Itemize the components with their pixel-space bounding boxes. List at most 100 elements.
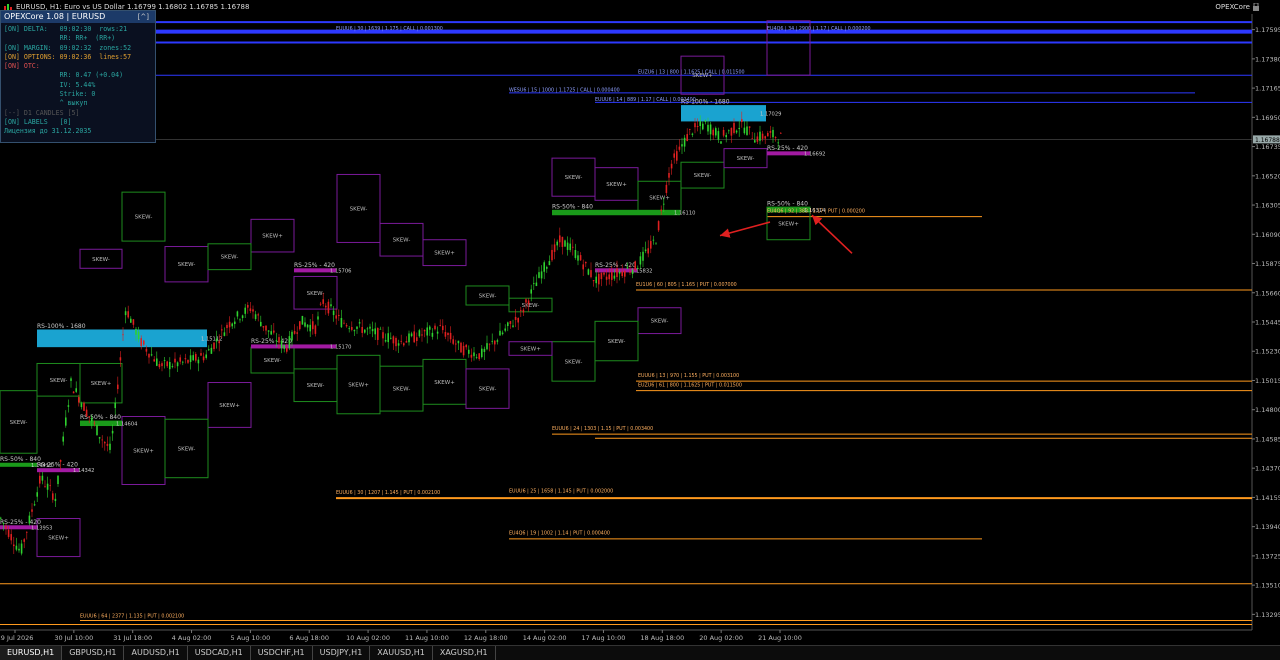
panel-header[interactable]: OPEXCore 1.08 | EURUSD [^] — [1, 11, 155, 23]
panel-row: Лицензия до 31.12.2035 — [4, 127, 92, 136]
time-tick-label: 20 Aug 02:00 — [699, 634, 743, 642]
candle-body — [265, 325, 267, 331]
candle-body — [481, 348, 483, 358]
panel-row[interactable]: [ON] LABELS [0] — [4, 118, 152, 127]
candle-body — [774, 137, 777, 138]
chart-canvas[interactable]: 1.17595 1.17380 1.17165 1.16950 1.16735 1.165… — [0, 14, 1280, 645]
skew-label: SKEW- — [92, 257, 110, 263]
candle-body — [247, 304, 249, 308]
candle-body — [566, 242, 569, 250]
candle-body — [696, 125, 699, 127]
candle-body — [707, 124, 709, 132]
skew-label: SKEW+ — [262, 234, 283, 240]
panel-row[interactable]: [ON] OTC: — [4, 62, 152, 71]
panel-collapse-button[interactable]: [^] — [138, 11, 149, 23]
time-tick-label: 30 Jul 10:00 — [54, 634, 93, 642]
time-tick-label: 12 Aug 18:00 — [464, 634, 508, 642]
rs-zone-value: 1.16692 — [804, 151, 825, 157]
tab-gbpusd-h1[interactable]: GBPUSD,H1 — [62, 646, 125, 660]
candle-body — [36, 492, 38, 497]
candle-body — [501, 332, 504, 335]
candle-body — [449, 332, 452, 340]
rs-zone-value: 1.14604 — [116, 421, 138, 427]
tab-xagusd-h1[interactable]: XAGUSD,H1 — [433, 646, 496, 660]
candle-body — [592, 280, 595, 282]
panel-row[interactable]: [ON] DELTA: 09:02:30 rows:21 — [4, 25, 152, 34]
candle-body — [197, 359, 200, 364]
lock-icon[interactable] — [1252, 3, 1260, 11]
candle-body — [527, 300, 530, 305]
skew-label: SKEW- — [307, 291, 325, 297]
tab-usdchf-h1[interactable]: USDCHF,H1 — [251, 646, 313, 660]
candle-body — [44, 486, 46, 488]
candle-body — [699, 121, 701, 127]
candle-body — [722, 129, 725, 136]
skew-label: SKEW+ — [91, 381, 112, 387]
indicator-name: OPEXCore — [1215, 3, 1250, 11]
candle-body — [603, 272, 605, 275]
candle-body — [517, 318, 519, 323]
candle-body — [595, 276, 597, 284]
candle-body — [611, 272, 613, 280]
candle-body — [65, 417, 67, 426]
candle-body — [574, 249, 577, 258]
candle-body — [62, 436, 64, 442]
skew-label: SKEW- — [350, 206, 368, 212]
candle-body — [546, 266, 548, 269]
candle-body — [598, 273, 600, 285]
candle-body — [663, 203, 665, 205]
candle-body — [280, 340, 283, 349]
candle-body — [353, 330, 356, 332]
tab-xauusd-h1[interactable]: XAUUSD,H1 — [370, 646, 433, 660]
candle-body — [208, 349, 210, 351]
candle-body — [23, 539, 25, 542]
candle-body — [621, 271, 623, 277]
option-line-label: EUUU6 | 30 | 1639 | 1.175 | CALL | 0.001… — [336, 26, 443, 32]
tab-audusd-h1[interactable]: AUDUSD,H1 — [124, 646, 188, 660]
option-line-label: EUUU6 | 30 | 1207 | 1.145 | PUT | 0.0021… — [336, 490, 440, 496]
rs-zone-label: RS-50% - 840 — [767, 201, 808, 208]
candle-body — [637, 268, 639, 269]
candle-body — [725, 135, 727, 138]
candle-body — [202, 356, 205, 361]
candle-body — [348, 328, 350, 330]
price-chart[interactable]: 1.17595 1.17380 1.17165 1.16950 1.16735 1.165… — [0, 14, 1280, 645]
candle-body — [377, 328, 379, 340]
rs-zone-value: 1.14342 — [73, 468, 94, 474]
panel-row[interactable]: [ON] OPTIONS: 09:02:36 lines:57 — [4, 53, 152, 62]
time-tick-label: 10 Aug 02:00 — [346, 634, 390, 642]
candle-body — [46, 483, 49, 490]
candle-body — [59, 460, 62, 462]
candle-body — [91, 417, 93, 422]
tab-eurusd-h1[interactable]: EURUSD,H1 — [0, 646, 63, 660]
option-line-label: EUZU6 | 61 | 800 | 1.1625 | PUT | 0.0115… — [638, 382, 742, 388]
candle-body — [457, 340, 460, 344]
candle-body — [569, 243, 571, 251]
candle-body — [153, 359, 155, 362]
skew-label: SKEW+ — [434, 251, 455, 257]
candle-body — [140, 338, 142, 347]
candle-body — [730, 127, 733, 136]
panel-row[interactable]: [--] D1 CANDLES [5] — [4, 109, 152, 118]
tab-usdcad-h1[interactable]: USDCAD,H1 — [188, 646, 251, 660]
candle-body — [114, 402, 116, 409]
candle-body — [364, 329, 366, 333]
candle-body — [132, 319, 135, 325]
tab-usdjpy-h1[interactable]: USDJPY,H1 — [313, 646, 371, 660]
candle-body — [499, 330, 501, 336]
candle-body — [418, 330, 421, 337]
candle-body — [306, 324, 309, 328]
rs-zone-value: 1.15706 — [330, 268, 351, 274]
opexcore-panel[interactable]: OPEXCore 1.08 | EURUSD [^] [ON] DELTA: 0… — [0, 10, 156, 143]
candle-body — [93, 422, 96, 424]
panel-row[interactable]: [ON] MARGIN: 09:02:32 zones:52 — [4, 44, 152, 53]
candle-body — [57, 475, 59, 484]
candle-body — [85, 409, 88, 417]
candle-body — [553, 244, 556, 252]
candle-body — [288, 336, 291, 349]
candle-body — [410, 333, 413, 337]
candle-body — [613, 275, 616, 279]
candle-body — [650, 241, 652, 249]
candle-body — [629, 271, 631, 273]
candle-body — [249, 308, 252, 312]
